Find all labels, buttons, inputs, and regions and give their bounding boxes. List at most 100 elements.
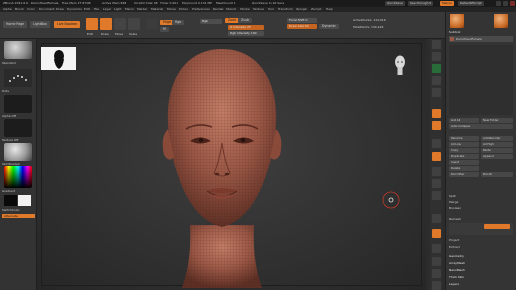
copy-button[interactable]: Copy: [449, 148, 479, 153]
brush-cursor-icon: [382, 191, 400, 209]
subtool-thumb-icon: [450, 37, 454, 41]
color-picker[interactable]: [4, 166, 32, 188]
primary-color-swatch[interactable]: [18, 195, 31, 206]
frame-icon[interactable]: [432, 152, 441, 161]
close-icon[interactable]: [510, 1, 515, 6]
del-other-button[interactable]: Del Other: [449, 172, 479, 177]
texture-label: Texture Off: [2, 138, 19, 142]
nanomesh-section[interactable]: NanoMesh: [449, 268, 465, 272]
app-title: ZBrush 2021.6.6 · DemoHeadFemale: [3, 1, 59, 5]
stat-timer: Timer 0.001: [160, 1, 179, 5]
left-shelf: Standard Dots Alpha Off Texture Off Skin…: [0, 39, 37, 290]
edit-mode-icon[interactable]: [86, 18, 98, 30]
material-skinshade-icon[interactable]: [4, 143, 32, 161]
geometry-section[interactable]: Geometry: [449, 254, 464, 258]
rename-button[interactable]: Rename: [449, 136, 479, 141]
dots-stroke-icon: [9, 75, 27, 82]
draw-size-slider[interactable]: Draw Size 64: [287, 24, 317, 29]
insert-button[interactable]: Insert: [449, 160, 479, 165]
view-navigator-icon[interactable]: [393, 54, 407, 78]
local-icon[interactable]: [432, 139, 441, 148]
brush-standard-icon[interactable]: [4, 41, 32, 59]
bpr-render-icon[interactable]: [432, 40, 441, 49]
alpha-off-icon[interactable]: [4, 95, 32, 113]
subtool-row-selected[interactable]: DemoHeadFemale: [449, 36, 513, 42]
menus-button[interactable]: Menus: [440, 1, 454, 6]
scale-mode-icon[interactable]: [128, 18, 140, 30]
subtool-list-area[interactable]: [449, 45, 513, 115]
move-mode-icon[interactable]: [114, 18, 126, 30]
brush-label: Standard: [2, 61, 16, 65]
current-tool-thumbnail[interactable]: [450, 14, 464, 28]
rotate-icon[interactable]: [432, 191, 441, 200]
lightbox-button[interactable]: LightBox: [30, 21, 50, 28]
split-section[interactable]: Split: [449, 194, 456, 198]
auto-collapse-button[interactable]: Auto Collapse: [449, 124, 513, 129]
actual-icon[interactable]: [432, 88, 441, 97]
canvas-viewport[interactable]: [37, 39, 426, 290]
rgb-button[interactable]: Rgb: [172, 20, 185, 25]
home-page-button[interactable]: Home Page: [3, 21, 28, 28]
delete-button[interactable]: Delete: [449, 166, 479, 171]
boolean-section[interactable]: Boolean: [449, 206, 461, 210]
project-section[interactable]: Project: [449, 238, 459, 242]
arraymesh-section[interactable]: ArrayMesh: [449, 261, 465, 265]
draw-mode-icon[interactable]: [100, 18, 112, 30]
stroke-label: Dots: [2, 89, 9, 93]
scroll-icon[interactable]: [432, 64, 441, 73]
stat-quicksave-timer: · QuickSave In 16 Secs: [250, 1, 285, 5]
floor-icon[interactable]: [432, 121, 441, 130]
xpose-icon[interactable]: [432, 281, 441, 290]
rgb-intensity-slider[interactable]: Rgb: [200, 19, 222, 24]
tool-thumbnail-2[interactable]: [494, 14, 508, 28]
polyf-icon[interactable]: [432, 229, 441, 238]
move-icon[interactable]: [432, 167, 441, 176]
thick-skin-section[interactable]: Thick Skin: [449, 275, 464, 279]
rgb-intensity-value-slider[interactable]: Rgb Intensity 100: [228, 31, 264, 36]
texture-off-icon[interactable]: [4, 119, 32, 137]
remesh-section[interactable]: Remesh: [449, 217, 461, 221]
ghost-icon[interactable]: [432, 257, 441, 266]
remesh-options-button[interactable]: [484, 224, 510, 229]
zsub-button[interactable]: Zsub: [238, 18, 252, 23]
default-script-button[interactable]: DefaultZScript: [458, 1, 484, 6]
subtool-header[interactable]: Subtool: [449, 30, 460, 34]
head-sculpt-mesh[interactable]: [152, 45, 292, 290]
alpha-label: Alpha Off: [2, 114, 16, 118]
merge-section[interactable]: Merge: [449, 200, 458, 204]
stat-scratch: Scratch Disk 48: [134, 1, 158, 5]
spix-icon[interactable]: [432, 52, 441, 61]
scale-icon[interactable]: [432, 179, 441, 188]
m-button[interactable]: M: [160, 27, 169, 32]
quicksave-button[interactable]: QuickSave: [385, 1, 405, 6]
duplicate-button[interactable]: Duplicate: [449, 154, 479, 159]
append-button[interactable]: Append: [481, 154, 513, 159]
extract-section[interactable]: Extract: [449, 245, 460, 249]
see-through-slider[interactable]: See-through 0: [408, 1, 434, 6]
layers-section[interactable]: Layers: [449, 282, 459, 286]
autoreorder-button[interactable]: AutoReorder: [481, 136, 513, 141]
focal-shift-slider[interactable]: Focal Shift 0: [287, 18, 317, 23]
solo-icon[interactable]: [432, 269, 441, 278]
list-all-button[interactable]: List All: [449, 118, 479, 123]
secondary-color-swatch[interactable]: [4, 195, 17, 206]
dynamic-button[interactable]: Dynamic: [319, 24, 340, 29]
stroke-dots-icon[interactable]: [4, 69, 32, 87]
transp-icon[interactable]: [432, 244, 441, 253]
maximize-icon[interactable]: [503, 1, 508, 6]
live-boolean-button[interactable]: Live Boolean: [54, 21, 81, 28]
del-all-button[interactable]: Del All: [481, 172, 513, 177]
zoom-icon[interactable]: [432, 76, 441, 85]
alternate-button[interactable]: Alternate: [2, 214, 35, 218]
linefill-icon[interactable]: [432, 214, 441, 223]
navigation-thumbnail[interactable]: [41, 47, 76, 70]
z-intensity-slider[interactable]: Z Intensity 25: [228, 25, 264, 30]
persp-icon[interactable]: [432, 109, 441, 118]
switchcolor-label: SwitchColor: [2, 208, 20, 212]
all-low-button[interactable]: All Low: [449, 142, 479, 147]
gizmo-icon[interactable]: [147, 19, 157, 29]
minimize-icon[interactable]: [496, 1, 501, 6]
paste-button[interactable]: Paste: [481, 148, 513, 153]
new-folder-button[interactable]: New Folder: [481, 118, 513, 123]
all-high-button[interactable]: All High: [481, 142, 513, 147]
